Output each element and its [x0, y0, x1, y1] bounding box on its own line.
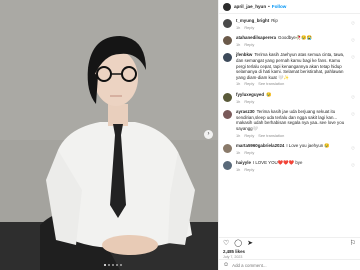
see-translation-link[interactable]: See translation	[258, 81, 284, 87]
heart-icon[interactable]: ♡	[223, 240, 229, 248]
portrait-image	[0, 0, 218, 270]
likes-count[interactable]: 2,485 likes	[223, 249, 356, 254]
comment-username[interactable]: ayrasz30	[236, 109, 255, 114]
separator-dot: •	[268, 4, 270, 9]
see-translation-link[interactable]: See translation	[258, 133, 284, 139]
comment-text: I LOVE YOU❤️❤️❤️ bye	[252, 160, 303, 166]
avatar[interactable]	[223, 19, 232, 28]
follow-button[interactable]: Follow	[272, 4, 287, 9]
comment-username[interactable]: haiyyle	[236, 160, 251, 165]
reply-button[interactable]: Reply	[244, 150, 254, 156]
avatar[interactable]	[223, 92, 232, 102]
comment-time: 1h	[236, 98, 241, 104]
avatar[interactable]	[223, 53, 232, 63]
reply-button[interactable]: Reply	[244, 167, 254, 173]
comment-username[interactable]: marta5960gabriela2024	[236, 143, 284, 148]
carousel-indicator	[104, 264, 122, 266]
comment-time: 1h	[236, 166, 241, 172]
reply-button[interactable]: Reply	[244, 81, 254, 87]
avatar[interactable]	[223, 161, 232, 171]
comment-text: Rip	[271, 18, 278, 23]
comment-time: 1h	[236, 132, 241, 138]
avatar[interactable]	[223, 2, 231, 11]
comment-username[interactable]: jfenbkw	[236, 52, 252, 57]
carousel-dot	[108, 264, 110, 266]
comment-item: t_myung_bright Rip 1h Reply ♡	[223, 18, 356, 30]
reply-button[interactable]: Reply	[244, 133, 254, 139]
avatar[interactable]	[223, 144, 232, 154]
comment-item: marta5960gabriela2024 I Love you jaehyun …	[223, 143, 356, 155]
avatar[interactable]	[223, 110, 232, 120]
comment-time: 1h	[236, 149, 241, 155]
comment-time: 1h	[236, 24, 241, 30]
heart-icon[interactable]: ♡	[351, 95, 355, 101]
add-comment-bar: ☺	[219, 259, 360, 270]
comment-username[interactable]: atahanedilsaperera	[236, 35, 276, 40]
action-bar: ♡ ◯ ➤ ⚐	[223, 240, 356, 248]
heart-icon[interactable]: ♡	[351, 146, 355, 152]
avatar[interactable]	[223, 36, 232, 46]
share-icon[interactable]: ➤	[247, 240, 253, 248]
heart-icon[interactable]: ♡	[351, 163, 355, 169]
reply-button[interactable]: Reply	[244, 25, 254, 31]
comment-item: haiyyle I LOVE YOU❤️❤️❤️ bye 1h Reply ♡	[223, 160, 356, 172]
add-comment-input[interactable]	[232, 262, 343, 268]
bookmark-icon[interactable]: ⚐	[350, 240, 356, 248]
comment-item: jfenbkw Terima kasih Jaehyun atas semua c…	[223, 52, 356, 87]
post-header: april_jae_hyun • Follow	[219, 0, 360, 14]
emoji-icon[interactable]: ☺	[223, 262, 229, 268]
comment-icon[interactable]: ◯	[234, 240, 242, 248]
comment-item: ayrasz30 Terima kasih jae uda berjuang se…	[223, 109, 356, 138]
carousel-dot	[120, 264, 122, 266]
comment-time: 1h	[236, 41, 241, 47]
comment-text: I Love you jaehyun 😢	[286, 143, 330, 149]
next-image-button[interactable]: ›	[204, 130, 213, 139]
carousel-dot	[112, 264, 114, 266]
comment-text: 😢	[266, 91, 272, 97]
comment-text: Goodbye🥀😢😭	[278, 35, 313, 41]
heart-icon[interactable]: ♡	[351, 112, 355, 118]
carousel-dot	[104, 264, 106, 266]
reply-button[interactable]: Reply	[244, 99, 254, 105]
comment-time: 1h	[236, 81, 241, 87]
comment-username[interactable]: t_myung_bright	[236, 18, 269, 23]
comments-list[interactable]: t_myung_bright Rip 1h Reply ♡ atahanedilsa…	[219, 15, 360, 237]
heart-icon[interactable]: ♡	[351, 21, 355, 27]
post-panel: april_jae_hyun • Follow t_myung_bright Ri…	[218, 0, 360, 270]
carousel-dot	[116, 264, 118, 266]
post-photo[interactable]: ›	[0, 0, 218, 270]
comment-text: Terima kasih Jaehyun atas semua cinta, t…	[236, 52, 345, 80]
post-username[interactable]: april_jae_hyun	[234, 4, 266, 9]
comment-username[interactable]: fyyluxeguyed	[236, 92, 264, 97]
comment-item: atahanedilsaperera Goodbye🥀😢😭 1h Reply ♡	[223, 35, 356, 47]
post-footer: ♡ ◯ ➤ ⚐ 2,485 likes July 7, 2023	[219, 237, 360, 259]
comment-item: fyyluxeguyed 😢 1h Reply ♡	[223, 92, 356, 104]
reply-button[interactable]: Reply	[244, 42, 254, 48]
heart-icon[interactable]: ♡	[351, 38, 355, 44]
heart-icon[interactable]: ♡	[351, 55, 355, 61]
